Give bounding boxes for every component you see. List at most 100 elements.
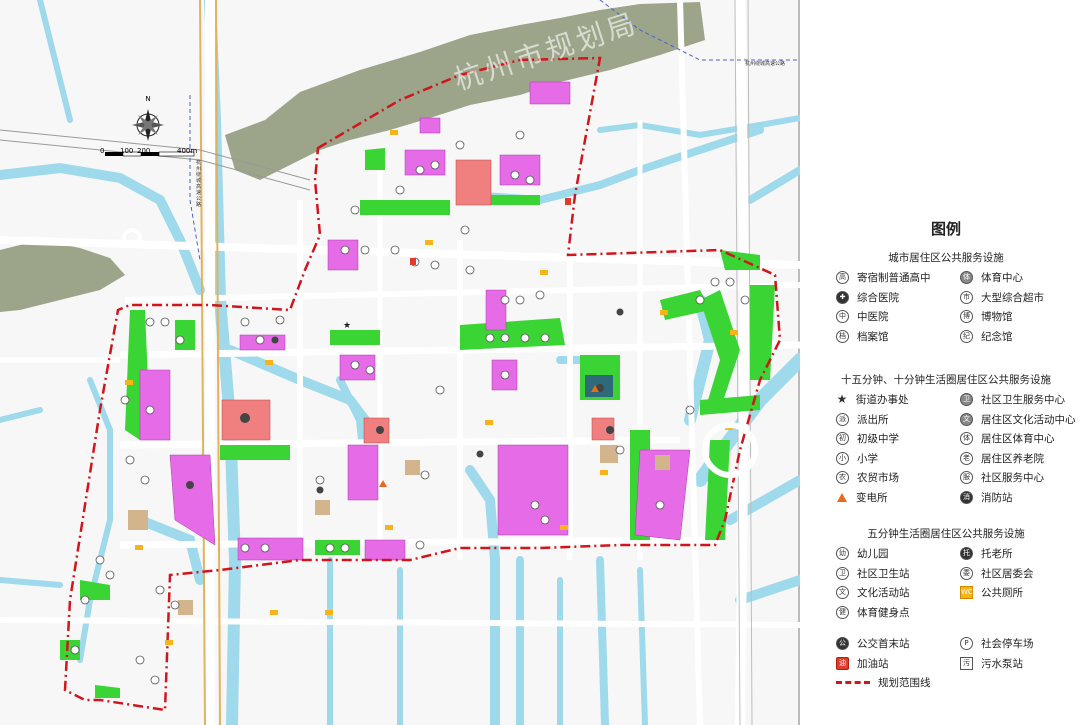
svg-text:★: ★ (343, 321, 351, 331)
nursing-home-icon: 老 (960, 451, 973, 465)
legend-item: 体居住区体育中心 (960, 431, 1055, 446)
legend-item: 健体育健身点 (836, 605, 910, 620)
legend-item: P 社会停车场 (960, 636, 1034, 651)
road-label-west: 杭州绕城高速公路 (196, 160, 202, 208)
legend-item-label: 托老所 (981, 548, 1013, 560)
memorial-icon: 纪 (960, 329, 973, 343)
legend-item-label: 派出所 (857, 413, 889, 426)
legend-item: 消消防站 (960, 490, 1013, 505)
culture-center-icon: 文 (960, 412, 973, 426)
sub-district-office-icon: ★ (836, 392, 848, 406)
middle-school-icon: 初 (836, 432, 849, 445)
legend-item: 小小学 (836, 451, 878, 466)
community-service-icon: 服 (960, 471, 973, 484)
legend-item: 派派出所 (836, 412, 889, 427)
legend-item-label: 体育健身点 (857, 606, 910, 619)
scale-tick-0: 0 (100, 147, 105, 155)
legend-item-label: 小学 (857, 452, 878, 465)
legend-item-label: 居住区体育中心 (981, 433, 1055, 445)
legend-item: 档档案馆 (836, 329, 889, 344)
police-station-icon: 派 (836, 412, 849, 426)
legend-item: 体体育中心 (960, 270, 1023, 285)
legend-item: 老居住区养老院 (960, 451, 1044, 466)
legend-item-label: 社会停车场 (981, 638, 1034, 650)
legend-item: 卫社区卫生服务中心 (960, 392, 1065, 407)
nursery-icon: 托 (960, 547, 973, 560)
legend-item-label: 初级中学 (857, 433, 899, 445)
legend-item-label: 体育中心 (981, 272, 1023, 284)
legend-item-label: 居住区养老院 (981, 452, 1044, 465)
legend-item: ✚ 综合医院 (836, 290, 899, 305)
legend-item-label: 消防站 (981, 491, 1013, 504)
committee-icon: 委 (960, 566, 973, 580)
sports-activity-center-icon: 体 (960, 432, 973, 445)
tcm-hospital-icon: 中 (836, 310, 849, 323)
legend-item: 规划范围线 (836, 675, 931, 690)
legend-title: 图例 (930, 220, 961, 238)
legend-item-label: 综合医院 (857, 291, 899, 304)
legend-item-label: 社区居委会 (981, 567, 1034, 580)
supermarket-icon: 市 (960, 290, 973, 304)
legend-item-label: 变电所 (856, 491, 888, 504)
public-toilet-icon: WC (960, 586, 973, 599)
legend-item-label: 公交首末站 (857, 638, 910, 650)
legend-section-title: 五分钟生活圈居住区公共服务设施 (867, 528, 1025, 540)
health-station-icon: 卫 (836, 566, 849, 580)
legend-item-label: 公共厕所 (981, 587, 1023, 599)
fitness-point-icon: 健 (836, 605, 849, 619)
legend-item-label: 社区服务中心 (981, 472, 1044, 484)
legend-item-label: 文化活动站 (857, 587, 910, 599)
legend-item-label: 规划范围线 (878, 677, 931, 689)
primary-school-icon: 小 (836, 451, 849, 465)
legend-item: 托托老所 (960, 546, 1013, 561)
community-health-center-icon: 卫 (960, 393, 973, 406)
substation-icon (836, 492, 848, 503)
legend-item: 公公交首末站 (836, 636, 910, 651)
fire-station-icon: 消 (960, 490, 973, 504)
farmers-market-icon: 农 (836, 471, 849, 484)
legend-item-label: 居住区文化活动中心 (981, 413, 1076, 426)
gas-station-icon: 油 (836, 656, 849, 670)
legend-item: 变电所 (836, 490, 888, 505)
legend-item: 油加油站 (836, 656, 889, 671)
legend-item: 中中医院 (836, 309, 889, 324)
legend-item-label: 幼儿园 (857, 548, 889, 560)
culture-station-icon: 文 (836, 586, 849, 599)
north-label: N (145, 95, 150, 103)
parcel-west-1 (139, 369, 171, 441)
legend-section-title: 十五分钟、十分钟生活圈居住区公共服务设施 (841, 374, 1051, 386)
legend-item: 委社区居委会 (960, 566, 1034, 581)
sports-center-icon: 体 (960, 271, 973, 284)
legend-item-label: 档案馆 (857, 330, 889, 343)
legend-panel: 图例 城市居住区公共服务设施高寄宿制普通高中体体育中心 ✚ 综合医院市大型综合超市中… (812, 0, 1080, 725)
legend-item-label: 寄宿制普通高中 (857, 272, 931, 284)
archive-icon: 档 (836, 329, 849, 343)
high-school-icon: 高 (836, 271, 849, 284)
scale-tick-100: 100 (120, 147, 134, 155)
legend-item: 高寄宿制普通高中 (836, 270, 931, 285)
bus-terminal-icon: 公 (836, 637, 849, 650)
legend-item: 纪纪念馆 (960, 329, 1013, 344)
legend-item-label: 纪念馆 (981, 330, 1013, 343)
legend-item: 初初级中学 (836, 431, 899, 446)
general-hospital-icon: ✚ (836, 290, 849, 304)
legend-item: 幼幼儿园 (836, 546, 889, 561)
road-label-ne: 杭州绕城高速公路 (745, 61, 786, 67)
scale-tick-200: 200 (137, 147, 151, 155)
legend-item: 博博物馆 (960, 309, 1013, 324)
boundary-line-icon (836, 681, 870, 684)
scale-tick-400: 400m (177, 147, 198, 155)
legend-item-label: 中医院 (857, 311, 889, 323)
legend-item-label: 博物馆 (981, 311, 1013, 323)
legend-item: 污污水泵站 (960, 656, 1023, 671)
legend-item: 市大型综合超市 (960, 290, 1044, 305)
planning-map-page: ★ N 0 100 200 400m 杭州绕城高速公路 杭州绕城高速公路 杭州市… (0, 0, 1080, 725)
map-canvas[interactable]: ★ N 0 100 200 400m 杭州绕城高速公路 杭州绕城高速公路 杭州市… (0, 0, 800, 725)
parcel-central-large (497, 444, 569, 536)
legend-item-label: 社区卫生站 (857, 567, 910, 580)
map-drawing: ★ N (0, 0, 800, 725)
legend-item: 文文化活动站 (836, 585, 910, 600)
legend-item-label: 污水泵站 (981, 657, 1023, 670)
legend-item: WC 公共厕所 (960, 585, 1023, 600)
kindergarten-icon: 幼 (836, 547, 849, 560)
